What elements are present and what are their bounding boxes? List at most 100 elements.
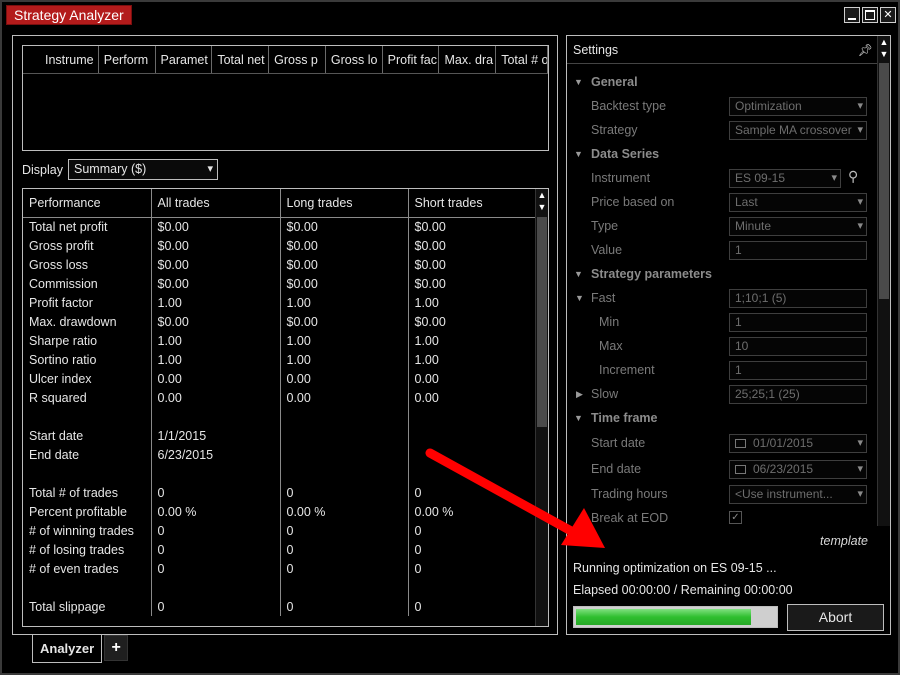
- table-row[interactable]: Percent profitable 0.00 % 0.00 % 0.00 %: [23, 502, 538, 521]
- table-cell: Gross loss: [23, 255, 152, 274]
- results-column-header[interactable]: Profit fac: [383, 46, 440, 73]
- results-column-header[interactable]: Gross lo: [326, 46, 383, 73]
- table-row[interactable]: [23, 464, 538, 483]
- fast-input[interactable]: 1;10;1 (5): [729, 289, 867, 308]
- end-date-picker[interactable]: 06/23/2015 ▾: [729, 460, 867, 479]
- scroll-down-icon[interactable]: ▼: [536, 201, 548, 213]
- table-row[interactable]: [23, 578, 538, 597]
- close-icon[interactable]: ✕: [880, 7, 896, 23]
- results-grid[interactable]: Instrume Perform Paramet Total net Gross p Gr…: [22, 45, 549, 151]
- table-cell: 0: [408, 521, 538, 540]
- scroll-thumb[interactable]: [879, 63, 889, 299]
- table-cell: 0: [151, 597, 281, 616]
- search-icon[interactable]: ⚲: [848, 168, 858, 185]
- performance-column-header[interactable]: All trades: [151, 189, 281, 218]
- increment-input[interactable]: 1: [729, 361, 867, 380]
- table-cell: $0.00: [280, 236, 409, 255]
- table-cell: [408, 464, 538, 483]
- prop-label: Fast: [591, 291, 616, 305]
- table-row[interactable]: R squared 0.00 0.00 0.00: [23, 388, 538, 407]
- start-date-picker[interactable]: 01/01/2015 ▾: [729, 434, 867, 453]
- chevron-down-icon: ▾: [857, 100, 863, 112]
- strategy-select[interactable]: Sample MA crossover ▾: [729, 121, 867, 140]
- template-link[interactable]: template: [820, 534, 868, 548]
- settings-scrollbar[interactable]: ▲ ▼: [877, 36, 890, 526]
- performance-column-header[interactable]: Long trades: [280, 189, 409, 218]
- table-row[interactable]: Total # of trades 0 0 0: [23, 483, 538, 502]
- category-strategy-parameters[interactable]: ▼ Strategy parameters: [567, 262, 877, 286]
- performance-column-header[interactable]: Short trades: [408, 189, 538, 218]
- performance-table[interactable]: Performance All trades Long trades Short tr…: [22, 188, 549, 627]
- collapse-arrow-icon[interactable]: ▼: [575, 286, 584, 310]
- expand-arrow-icon[interactable]: ▶: [576, 382, 583, 406]
- collapse-arrow-icon[interactable]: ▼: [574, 406, 583, 430]
- break-eod-checkbox[interactable]: ✓: [729, 511, 742, 524]
- table-row[interactable]: Commission $0.00 $0.00 $0.00: [23, 274, 538, 293]
- table-row[interactable]: Profit factor 1.00 1.00 1.00: [23, 293, 538, 312]
- table-row[interactable]: Total net profit $0.00 $0.00 $0.00: [23, 217, 538, 236]
- table-row[interactable]: # of even trades 0 0 0: [23, 559, 538, 578]
- table-row[interactable]: End date 6/23/2015: [23, 445, 538, 464]
- title-bar[interactable]: Strategy Analyzer ✕: [2, 2, 898, 29]
- collapse-arrow-icon[interactable]: ▼: [574, 262, 583, 286]
- abort-button[interactable]: Abort: [787, 604, 884, 631]
- category-time-frame[interactable]: ▼ Time frame: [567, 406, 877, 430]
- category-data-series[interactable]: ▼ Data Series: [567, 142, 877, 166]
- table-row[interactable]: Sharpe ratio 1.00 1.00 1.00: [23, 331, 538, 350]
- slow-input[interactable]: 25;25;1 (25): [729, 385, 867, 404]
- value-input[interactable]: 1: [729, 241, 867, 260]
- results-column-header[interactable]: Gross p: [269, 46, 326, 73]
- trading-hours-select[interactable]: <Use instrument... ▾: [729, 485, 867, 504]
- table-cell: Percent profitable: [23, 502, 152, 521]
- table-cell: 0.00: [408, 388, 538, 407]
- maximize-icon[interactable]: [862, 7, 878, 23]
- table-cell: Total # of trades: [23, 483, 152, 502]
- results-column-header[interactable]: Total # o: [496, 46, 549, 73]
- display-select[interactable]: Summary ($) ▾: [68, 159, 218, 180]
- table-cell: 0: [151, 540, 281, 559]
- price-based-on-select[interactable]: Last ▾: [729, 193, 867, 212]
- scroll-thumb[interactable]: [537, 217, 547, 427]
- prop-end-date: End date 06/23/2015 ▾: [567, 457, 877, 481]
- table-row[interactable]: [23, 407, 538, 426]
- table-cell: 0: [408, 597, 538, 616]
- table-cell: $0.00: [280, 274, 409, 293]
- table-row[interactable]: Ulcer index 0.00 0.00 0.00: [23, 369, 538, 388]
- table-row[interactable]: # of winning trades 0 0 0: [23, 521, 538, 540]
- pin-icon[interactable]: 📌︎: [858, 36, 873, 64]
- results-column-header[interactable]: Instrume: [23, 46, 99, 73]
- scroll-up-icon[interactable]: ▲: [536, 189, 548, 201]
- scroll-up-icon[interactable]: ▲: [878, 36, 890, 48]
- results-column-header[interactable]: Paramet: [156, 46, 213, 73]
- tab-analyzer[interactable]: Analyzer: [32, 635, 103, 663]
- instrument-select[interactable]: ES 09-15 ▾: [729, 169, 841, 188]
- prop-label: Type: [591, 219, 619, 233]
- results-column-header[interactable]: Total net: [212, 46, 270, 73]
- results-column-header[interactable]: Perform: [99, 46, 156, 73]
- collapse-arrow-icon[interactable]: ▼: [574, 142, 583, 166]
- max-input[interactable]: 10: [729, 337, 867, 356]
- collapse-arrow-icon[interactable]: ▼: [574, 70, 583, 94]
- table-cell: $0.00: [408, 274, 538, 293]
- performance-column-header[interactable]: Performance: [23, 189, 152, 218]
- category-general[interactable]: ▼ General: [567, 70, 877, 94]
- table-row[interactable]: Gross profit $0.00 $0.00 $0.00: [23, 236, 538, 255]
- table-row[interactable]: Gross loss $0.00 $0.00 $0.00: [23, 255, 538, 274]
- table-cell: 0: [280, 483, 409, 502]
- window-title: Strategy Analyzer: [6, 5, 132, 25]
- add-tab-button[interactable]: +: [104, 635, 129, 661]
- table-row[interactable]: # of losing trades 0 0 0: [23, 540, 538, 559]
- table-row[interactable]: Start date 1/1/2015: [23, 426, 538, 445]
- results-column-header[interactable]: Max. dra: [439, 46, 497, 73]
- table-row[interactable]: Sortino ratio 1.00 1.00 1.00: [23, 350, 538, 369]
- table-row[interactable]: Max. drawdown $0.00 $0.00 $0.00: [23, 312, 538, 331]
- backtest-type-select[interactable]: Optimization ▾: [729, 97, 867, 116]
- table-row[interactable]: Total slippage 0 0 0: [23, 597, 538, 616]
- table-cell: [280, 464, 409, 483]
- type-select[interactable]: Minute ▾: [729, 217, 867, 236]
- min-input[interactable]: 1: [729, 313, 867, 332]
- prop-label: Instrument: [591, 171, 651, 185]
- minimize-icon[interactable]: [844, 7, 860, 23]
- performance-scrollbar[interactable]: ▲ ▼: [535, 189, 548, 626]
- scroll-down-icon[interactable]: ▼: [878, 48, 890, 60]
